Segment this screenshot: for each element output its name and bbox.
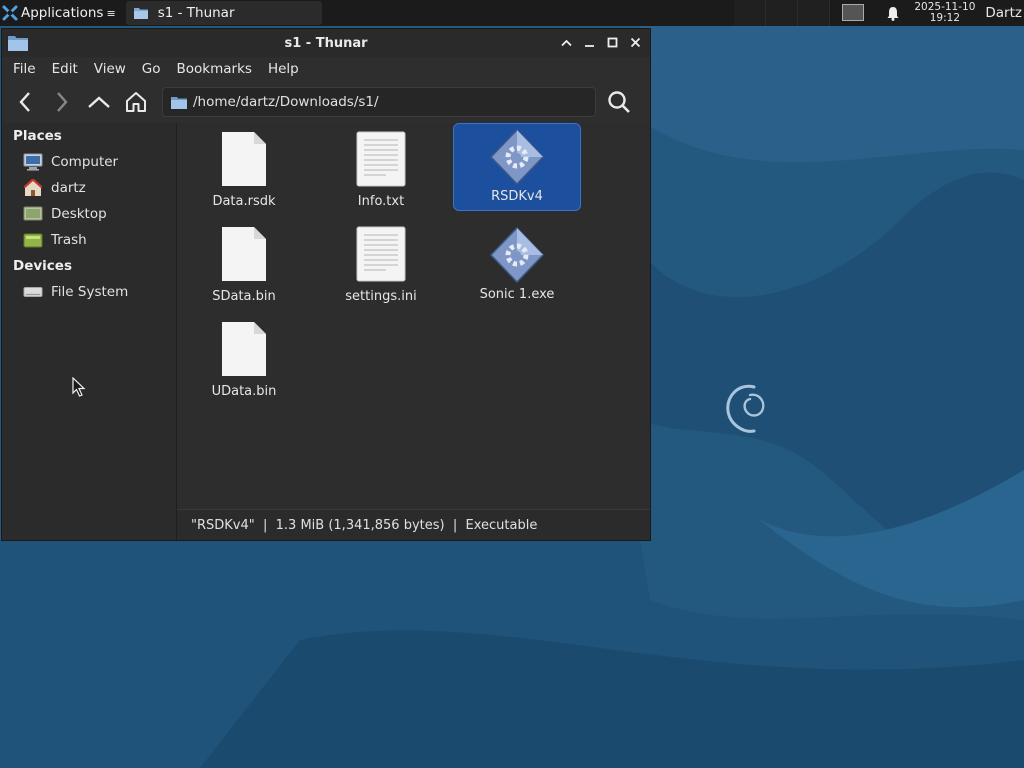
sidebar-item-file-system[interactable]: File System: [2, 279, 176, 305]
blank-file-icon: [222, 132, 266, 186]
top-panel: Applications ≡ s1 - Thunar 2025-11-10 19…: [0, 0, 1024, 26]
chevron-up-icon: [561, 39, 572, 46]
location-input[interactable]: [193, 94, 573, 110]
mouse-pointer-icon: [72, 377, 86, 397]
trash-icon: [23, 231, 43, 249]
parent-folder-button[interactable]: [82, 85, 116, 119]
clock-time: 19:12: [929, 12, 960, 24]
sidebar: Places Computer dartz Desktop Trash Devi…: [2, 123, 177, 540]
chevron-up-icon: [88, 96, 110, 108]
window-titlebar[interactable]: s1 - Thunar: [2, 29, 650, 57]
file-name: RSDKv4: [491, 189, 543, 204]
close-icon: [630, 37, 641, 48]
chevron-left-icon: [19, 92, 30, 112]
menu-edit[interactable]: Edit: [44, 61, 86, 77]
file-item-sonic-1-exe[interactable]: Sonic 1.exe: [453, 222, 581, 310]
sidebar-item-label: Trash: [51, 232, 87, 248]
file-item-data-rsdk[interactable]: Data.rsdk: [180, 127, 308, 215]
drive-icon: [23, 283, 43, 301]
menu-file[interactable]: File: [5, 61, 44, 77]
folder-icon: [133, 8, 148, 19]
status-bar: "RSDKv4" | 1.3 MiB (1,341,856 bytes) | E…: [177, 509, 650, 540]
file-item-udata-bin[interactable]: UData.bin: [180, 317, 308, 405]
maximize-icon: [607, 37, 618, 48]
chevron-right-icon: [57, 92, 68, 112]
executable-icon: [489, 128, 545, 186]
close-button[interactable]: [627, 34, 644, 51]
blank-file-icon: [222, 227, 266, 281]
display-icon[interactable]: [842, 3, 865, 21]
computer-icon: [23, 153, 43, 171]
menu-go[interactable]: Go: [134, 61, 169, 77]
applications-label: Applications: [21, 5, 104, 21]
menu-indicator-icon: ≡: [106, 6, 116, 20]
location-bar[interactable]: [162, 87, 596, 117]
sidebar-item-label: dartz: [51, 180, 86, 196]
forward-button[interactable]: [45, 85, 79, 119]
home-icon: [126, 92, 146, 112]
search-button[interactable]: [602, 85, 636, 119]
sidebar-item-label: Desktop: [51, 206, 107, 222]
clock[interactable]: 2025-11-10 19:12: [914, 2, 975, 24]
toolbar: [2, 81, 650, 123]
menubar: File Edit View Go Bookmarks Help: [2, 57, 650, 81]
file-view[interactable]: Data.rsdk Info.txt RSDKv4 SData.bin sett…: [177, 123, 650, 509]
notification-bell-icon[interactable]: [886, 6, 900, 21]
devices-heading: Devices: [13, 258, 72, 274]
sidebar-item-desktop[interactable]: Desktop: [2, 201, 176, 227]
search-icon: [608, 91, 630, 113]
xfce-logo-icon: [2, 5, 18, 21]
file-item-sdata-bin[interactable]: SData.bin: [180, 222, 308, 310]
file-item-info-txt[interactable]: Info.txt: [317, 127, 445, 215]
taskbar-item-label: s1 - Thunar: [157, 5, 235, 21]
desktop-icon: [23, 205, 43, 223]
places-heading: Places: [13, 128, 62, 144]
menu-view[interactable]: View: [86, 61, 134, 77]
home-icon: [23, 179, 43, 197]
file-name: SData.bin: [212, 289, 276, 304]
text-file-icon: [356, 226, 406, 282]
blank-file-icon: [222, 322, 266, 376]
home-button[interactable]: [119, 85, 153, 119]
folder-icon: [8, 36, 28, 51]
workspace-switcher[interactable]: [734, 0, 831, 26]
window-content: Places Computer dartz Desktop Trash Devi…: [2, 123, 650, 540]
applications-menu-button[interactable]: Applications ≡: [0, 0, 120, 26]
file-name: Sonic 1.exe: [479, 287, 555, 302]
taskbar-item-thunar[interactable]: s1 - Thunar: [125, 1, 322, 25]
executable-icon: [489, 226, 545, 284]
thunar-window: s1 - Thunar File Edit View Go Bookmarks …: [1, 28, 651, 541]
file-item-rsdkv4[interactable]: RSDKv4: [453, 123, 581, 211]
menu-bookmarks[interactable]: Bookmarks: [169, 61, 260, 77]
back-button[interactable]: [8, 85, 42, 119]
sidebar-item-trash[interactable]: Trash: [2, 227, 176, 253]
shade-button[interactable]: [558, 34, 575, 51]
text-file-icon: [356, 131, 406, 187]
user-menu-button[interactable]: Dartz: [985, 5, 1024, 21]
window-title: s1 - Thunar: [284, 35, 368, 51]
sidebar-item-label: Computer: [51, 154, 119, 170]
sidebar-item-label: File System: [51, 284, 129, 300]
sidebar-item-dartz[interactable]: dartz: [2, 175, 176, 201]
status-text: "RSDKv4" | 1.3 MiB (1,341,856 bytes) | E…: [191, 517, 538, 533]
menu-help[interactable]: Help: [260, 61, 307, 77]
minimize-icon: [585, 45, 594, 47]
file-name: UData.bin: [211, 384, 277, 399]
minimize-button[interactable]: [581, 34, 598, 51]
file-item-settings-ini[interactable]: settings.ini: [317, 222, 445, 310]
file-name: Data.rsdk: [212, 194, 276, 209]
maximize-button[interactable]: [604, 34, 621, 51]
folder-icon: [171, 96, 187, 109]
file-name: Info.txt: [357, 194, 405, 209]
sidebar-item-computer[interactable]: Computer: [2, 149, 176, 175]
file-name: settings.ini: [345, 289, 417, 304]
